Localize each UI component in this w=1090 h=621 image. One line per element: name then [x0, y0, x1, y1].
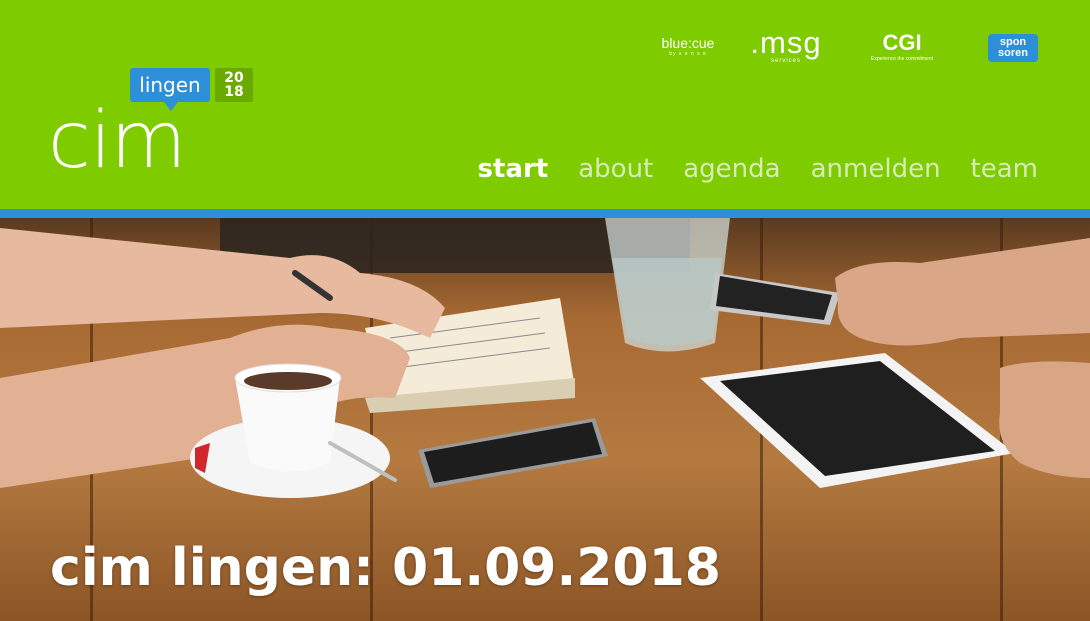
sponsor-cgi-name: CGI [882, 30, 922, 55]
site-header: lingen 20 18 cim blue:cue by s e n s e .… [0, 0, 1090, 209]
nav-item-anmelden[interactable]: anmelden [811, 150, 941, 188]
site-logo[interactable]: lingen 20 18 cim [48, 68, 268, 198]
nav-item-agenda[interactable]: agenda [683, 150, 780, 188]
sponsor-bluecue-name: blue:cue [661, 35, 715, 51]
sponsor-bluecue-sub: by s e n s e [669, 51, 707, 57]
smartphone-icon [710, 273, 840, 325]
logo-year-top: 20 [224, 70, 244, 86]
sponsor-cgi-sub: Experience the commitment [871, 56, 933, 62]
sponsoren-line2: soren [998, 47, 1028, 59]
sponsor-bluecue-logo[interactable]: blue:cue by s e n s e [657, 36, 719, 62]
hand-right-lower [999, 361, 1090, 478]
sponsor-cgi-logo[interactable]: CGI Experience the commitment [866, 31, 938, 65]
water-glass-icon [605, 218, 730, 352]
sponsor-msg-logo[interactable]: .msg services [737, 25, 835, 64]
logo-year-badge: 20 18 [215, 68, 253, 102]
logo-cim-text: cim [48, 96, 187, 186]
hero-title: cim lingen: 01.09.2018 [50, 538, 721, 598]
nav-item-team[interactable]: team [971, 150, 1038, 188]
nav-item-start[interactable]: start [478, 150, 549, 188]
nav-item-about[interactable]: about [578, 150, 653, 188]
sponsoren-badge[interactable]: spon soren [988, 34, 1038, 62]
tablet-icon [700, 353, 1015, 488]
sponsor-msg-name: .msg [750, 25, 822, 60]
smartphone-icon [418, 418, 608, 488]
logo-year-bottom: 18 [224, 84, 244, 100]
hand-right-upper [835, 238, 1090, 346]
main-nav: start about agenda anmelden team [478, 150, 1038, 188]
header-accent-bar [0, 209, 1090, 218]
